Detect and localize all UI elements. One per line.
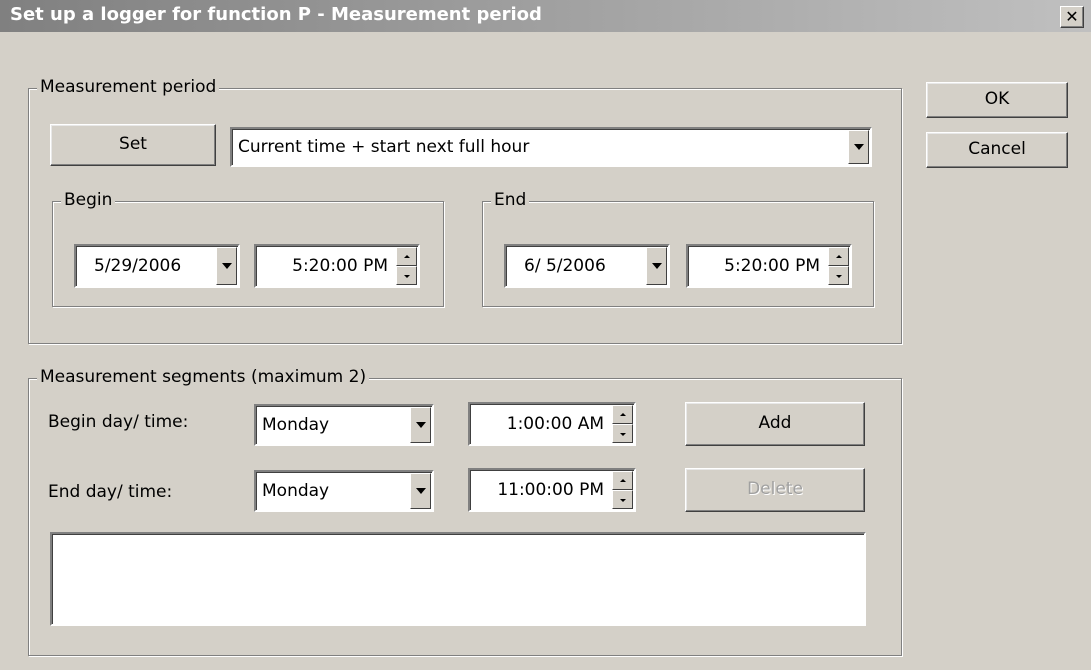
begin-segment-time-spinner[interactable]: 1:00:00 AM [468, 402, 636, 446]
end-legend: End [491, 190, 530, 210]
spin-down-icon[interactable] [828, 266, 849, 285]
end-time-spinner[interactable]: 5:20:00 PM [686, 244, 852, 288]
begin-time-value: 5:20:00 PM [292, 256, 388, 276]
end-day-value: Monday [262, 481, 330, 501]
period-preset-select[interactable]: Current time + start next full hour [230, 127, 872, 167]
close-button[interactable]: ✕ [1060, 6, 1084, 28]
end-date-picker[interactable]: 6/ 5/2006 [504, 244, 670, 288]
end-time-value: 5:20:00 PM [724, 256, 820, 276]
spin-up-icon[interactable] [396, 247, 417, 266]
begin-day-time-label: Begin day/ time: [48, 412, 189, 432]
spin-up-icon[interactable] [828, 247, 849, 266]
begin-time-spinner[interactable]: 5:20:00 PM [254, 244, 420, 288]
end-segment-time-value: 11:00:00 PM [497, 480, 604, 500]
begin-legend: Begin [61, 190, 116, 210]
chevron-down-icon[interactable] [410, 473, 431, 509]
begin-date-value: 5/29/2006 [94, 256, 182, 276]
spin-down-icon[interactable] [612, 490, 633, 509]
begin-day-select[interactable]: Monday [254, 404, 434, 446]
spin-up-icon[interactable] [612, 471, 633, 490]
segments-list[interactable] [50, 532, 866, 626]
measurement-period-legend: Measurement period [37, 77, 220, 97]
add-button[interactable]: Add [685, 402, 865, 446]
end-day-select[interactable]: Monday [254, 470, 434, 512]
end-segment-time-spinner[interactable]: 11:00:00 PM [468, 468, 636, 512]
end-day-time-label: End day/ time: [48, 482, 173, 502]
set-button[interactable]: Set [50, 124, 216, 166]
ok-button[interactable]: OK [926, 82, 1068, 118]
chevron-down-icon[interactable] [216, 247, 237, 285]
chevron-down-icon[interactable] [646, 247, 667, 285]
period-preset-value: Current time + start next full hour [238, 137, 530, 157]
begin-date-picker[interactable]: 5/29/2006 [74, 244, 240, 288]
spin-down-icon[interactable] [612, 424, 633, 443]
spin-up-icon[interactable] [612, 405, 633, 424]
measurement-segments-legend: Measurement segments (maximum 2) [37, 367, 370, 387]
begin-segment-time-value: 1:00:00 AM [506, 414, 604, 434]
begin-day-value: Monday [262, 415, 330, 435]
delete-button[interactable]: Delete [685, 468, 865, 512]
title-bar[interactable]: Set up a logger for function P - Measure… [0, 0, 1091, 32]
close-icon: ✕ [1065, 7, 1079, 26]
chevron-down-icon[interactable] [848, 130, 869, 164]
end-date-value: 6/ 5/2006 [524, 256, 606, 276]
cancel-button[interactable]: Cancel [926, 132, 1068, 168]
window-title: Set up a logger for function P - Measure… [10, 4, 542, 25]
chevron-down-icon[interactable] [410, 407, 431, 443]
spin-down-icon[interactable] [396, 266, 417, 285]
